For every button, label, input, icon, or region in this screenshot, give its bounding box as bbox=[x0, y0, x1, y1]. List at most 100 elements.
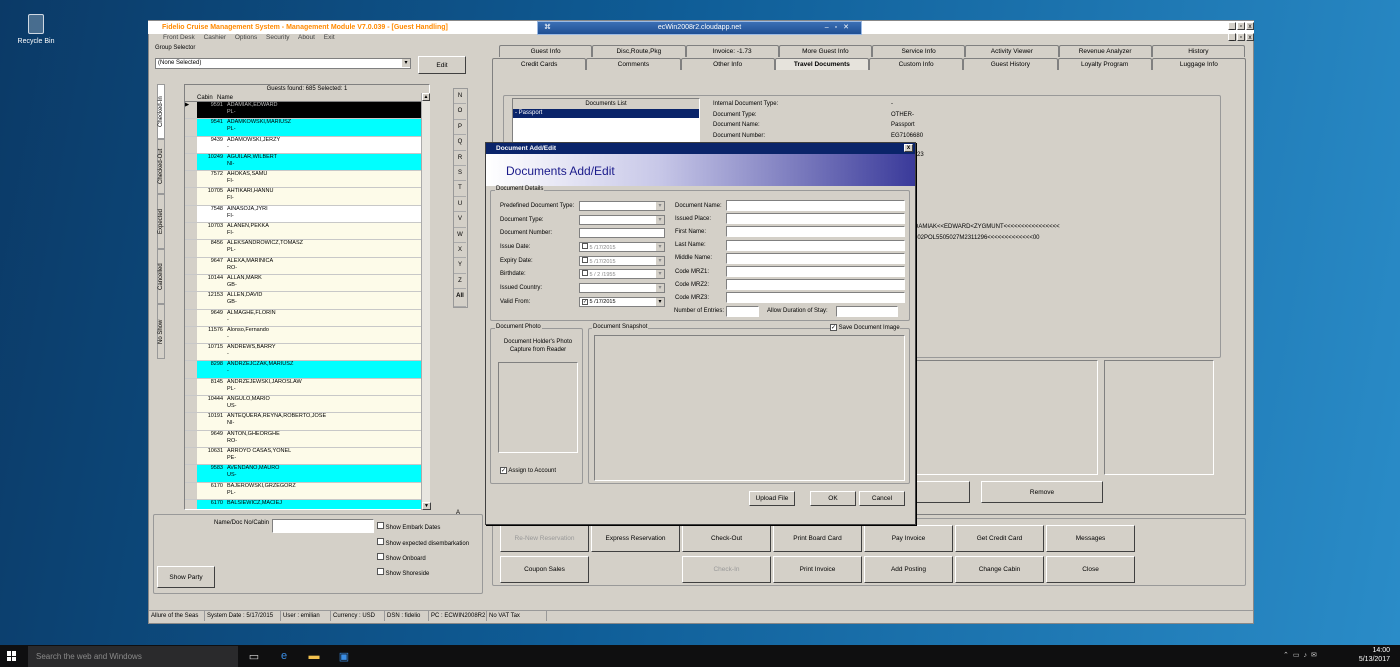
guest-row[interactable]: 12153 ALLEN,DAVID GB- bbox=[185, 292, 429, 310]
row-selector[interactable] bbox=[185, 136, 197, 153]
assign-checkbox[interactable]: ✓ bbox=[500, 467, 507, 474]
task-view-icon[interactable]: ▭ bbox=[243, 646, 265, 666]
tab-cancelled[interactable]: Cancelled bbox=[157, 249, 165, 304]
search-option[interactable]: Show Onboard bbox=[377, 552, 469, 567]
upload-file-button[interactable]: Upload File bbox=[749, 491, 795, 506]
messages-button[interactable]: Messages bbox=[1046, 525, 1135, 552]
date-checkbox[interactable] bbox=[582, 256, 588, 263]
print-board-card-button[interactable]: Print Board Card bbox=[773, 525, 862, 552]
guest-row[interactable]: 10444 ANGULO,MARIO US- bbox=[185, 396, 429, 414]
letter-w[interactable]: W bbox=[454, 228, 466, 243]
guest-row[interactable]: 9649 ALMAGHE,FLORIN - bbox=[185, 309, 429, 327]
tab-checked-out[interactable]: Checked-Out bbox=[157, 139, 165, 194]
menu-options[interactable]: Options bbox=[235, 34, 257, 41]
field-input[interactable] bbox=[726, 266, 905, 278]
remove-button[interactable]: Remove bbox=[981, 481, 1103, 503]
guest-row[interactable]: 10705 AHTIKARI,HANNU FI- bbox=[185, 188, 429, 206]
row-selector[interactable] bbox=[185, 188, 197, 205]
taskbar-search[interactable]: Search the web and Windows bbox=[28, 646, 238, 667]
field-dropdown[interactable] bbox=[579, 214, 665, 225]
guest-row[interactable]: 10249 AGUILAR,WILBERT NI- bbox=[185, 153, 429, 172]
tab-comments[interactable]: Comments bbox=[586, 58, 681, 70]
tab-loyalty-program[interactable]: Loyalty Program bbox=[1057, 58, 1152, 70]
rdp-controls[interactable]: ‒▫✕ bbox=[825, 22, 855, 34]
guest-row[interactable]: 9647 ALEXA,MARINICA RO- bbox=[185, 257, 429, 275]
windows-start-icon[interactable] bbox=[7, 651, 17, 661]
guest-row[interactable]: 9439 ADAMOWSKI,JERZY - bbox=[185, 136, 429, 154]
guest-row[interactable]: 9541 ADAMKOWSKI,MARIUSZ PL- bbox=[185, 119, 429, 137]
get-credit-card-button[interactable]: Get Credit Card bbox=[955, 525, 1044, 552]
field-dropdown[interactable] bbox=[579, 200, 665, 211]
tab-service-info[interactable]: Service Info bbox=[872, 45, 966, 57]
letter-y[interactable]: Y bbox=[454, 258, 466, 274]
row-selector[interactable] bbox=[185, 292, 197, 309]
row-selector[interactable] bbox=[185, 171, 197, 188]
guest-row[interactable]: 6170 BALSIEWICZ,MACIEJ bbox=[185, 499, 429, 509]
date-picker[interactable]: 5 / 2 /1955 bbox=[579, 269, 665, 280]
scroll-up-arrow[interactable]: ▲ bbox=[422, 93, 430, 101]
guest-row[interactable]: 8298 ANDRZEJCZAK,MARIUSZ - bbox=[185, 361, 429, 379]
close-window-button[interactable]: x bbox=[1246, 22, 1254, 30]
entries-input[interactable] bbox=[726, 306, 759, 317]
letter-s[interactable]: S bbox=[454, 166, 466, 182]
date-picker[interactable]: 5 /17/2015 bbox=[579, 255, 665, 266]
check-in-button[interactable]: Check-In bbox=[682, 556, 771, 583]
row-selector[interactable] bbox=[185, 257, 197, 274]
scroll-down-arrow[interactable]: ▼ bbox=[422, 502, 431, 510]
row-selector[interactable] bbox=[185, 309, 197, 326]
file-explorer-icon[interactable]: ▬ bbox=[303, 646, 325, 666]
search-option[interactable]: Show Embark Dates bbox=[377, 521, 469, 536]
tab-guest-info[interactable]: Guest Info bbox=[499, 45, 593, 57]
option-checkbox[interactable] bbox=[377, 553, 384, 560]
col-name[interactable]: Name bbox=[217, 94, 233, 101]
menu-exit[interactable]: Exit bbox=[324, 34, 335, 41]
date-checkbox[interactable] bbox=[582, 270, 588, 277]
row-selector[interactable] bbox=[185, 153, 197, 171]
letter-n[interactable]: N bbox=[454, 89, 466, 105]
save-image-option[interactable]: ✓ Save Document Image bbox=[830, 324, 900, 331]
show-party-button[interactable]: Show Party bbox=[157, 566, 215, 588]
field-input[interactable] bbox=[726, 292, 905, 304]
row-selector[interactable] bbox=[185, 430, 197, 447]
date-picker[interactable]: 5 /17/2015 bbox=[579, 241, 665, 252]
row-selector[interactable] bbox=[185, 274, 197, 292]
option-checkbox[interactable] bbox=[377, 538, 384, 545]
cancel-button[interactable]: Cancel bbox=[859, 491, 905, 506]
recycle-bin[interactable]: Recycle Bin bbox=[14, 14, 58, 45]
letter-p[interactable]: P bbox=[454, 120, 466, 136]
guest-row[interactable]: 10631 ARROYO CASAS,YONEL PE- bbox=[185, 447, 429, 466]
row-selector[interactable] bbox=[185, 344, 197, 361]
re-new-reservation-button[interactable]: Re-New Reservation bbox=[500, 525, 589, 552]
tab-expected[interactable]: Expected bbox=[157, 194, 165, 249]
doc-secondary-button[interactable] bbox=[916, 481, 970, 503]
tab-other-info[interactable]: Other Info bbox=[680, 58, 775, 70]
tab-guest-history[interactable]: Guest History bbox=[963, 58, 1058, 70]
tray-icons[interactable]: ⌃▭♪✉ bbox=[1283, 651, 1321, 659]
tab-activity-viewer[interactable]: Activity Viewer bbox=[965, 45, 1059, 57]
option-checkbox[interactable] bbox=[377, 522, 384, 529]
guest-row[interactable]: 9583 AVENDANO,MAURO US- bbox=[185, 465, 429, 483]
express-reservation-button[interactable]: Express Reservation bbox=[591, 525, 680, 552]
add-posting-button[interactable]: Add Posting bbox=[864, 556, 953, 583]
grid-scrollbar[interactable]: ▲ ▼ bbox=[421, 93, 431, 510]
row-selector[interactable] bbox=[185, 396, 197, 413]
tab-invoice-1-73[interactable]: Invoice: -1.73 bbox=[685, 45, 779, 57]
guest-row[interactable]: 8145 ANDRZEJEWSKI,JAROSLAW PL- bbox=[185, 378, 429, 397]
restore-button[interactable]: ▫ bbox=[1237, 22, 1245, 30]
tab-no-show[interactable]: No Show bbox=[157, 304, 165, 359]
print-invoice-button[interactable]: Print Invoice bbox=[773, 556, 862, 583]
row-selector[interactable] bbox=[185, 447, 197, 465]
tab-checked-in[interactable]: Checked-In bbox=[157, 84, 165, 139]
letter-t[interactable]: T bbox=[454, 181, 466, 197]
field-input[interactable] bbox=[726, 279, 905, 291]
tab-history[interactable]: History bbox=[1151, 45, 1245, 57]
change-cabin-button[interactable]: Change Cabin bbox=[955, 556, 1044, 583]
date-checkbox[interactable] bbox=[582, 242, 588, 249]
menu-about[interactable]: About bbox=[298, 34, 315, 41]
field-input[interactable] bbox=[726, 252, 905, 264]
pay-invoice-button[interactable]: Pay Invoice bbox=[864, 525, 953, 552]
documents-list-item-passport[interactable]: - Passport bbox=[513, 109, 699, 118]
guest-row[interactable]: 7572 AHOKAS,SAMU FI- bbox=[185, 171, 429, 189]
row-selector[interactable] bbox=[185, 326, 197, 344]
minimize-button[interactable]: _ bbox=[1228, 22, 1236, 30]
